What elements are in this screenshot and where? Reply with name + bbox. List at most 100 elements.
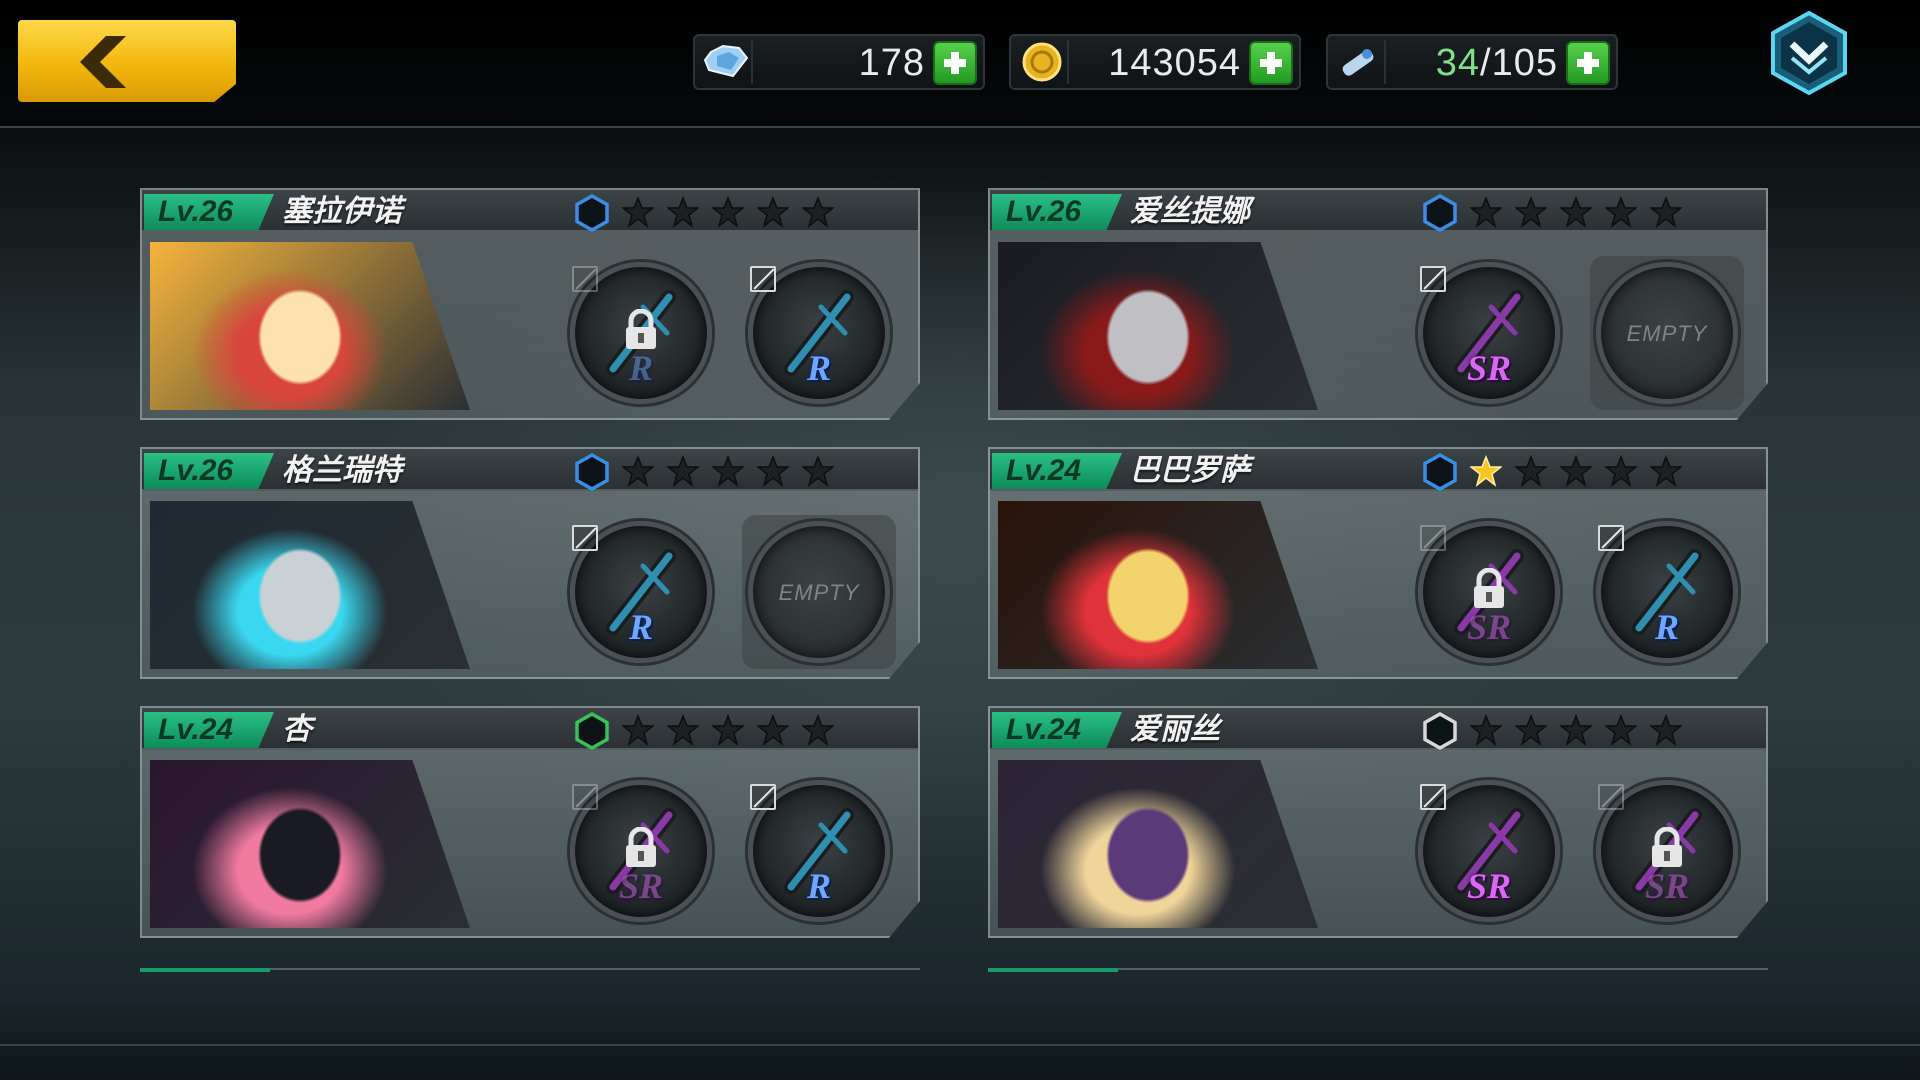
empty-slot-label: EMPTY <box>1626 321 1708 346</box>
next-row-card-partial <box>140 968 920 978</box>
star-empty-icon <box>802 455 834 487</box>
star-empty-icon <box>1515 455 1547 487</box>
star-empty-icon <box>712 196 744 228</box>
rank-hexagon-icon <box>1423 452 1457 492</box>
edit-icon[interactable] <box>572 784 598 810</box>
rarity-label: SR <box>1644 866 1690 906</box>
character-card[interactable]: Lv.24 爱丽丝 SR SR <box>988 706 1768 938</box>
rarity-label: SR <box>1466 348 1512 388</box>
rarity-label: SR <box>1466 607 1512 647</box>
rarity-label: R <box>806 348 831 388</box>
equipment-slot-empty[interactable]: EMPTY <box>1596 262 1738 404</box>
star-empty-icon <box>757 455 789 487</box>
level-badge: Lv.26 <box>144 453 274 489</box>
card-header: Lv.26 爱丝提娜 <box>990 190 1766 233</box>
character-name: 杏 <box>282 712 312 747</box>
character-card[interactable]: Lv.26 格兰瑞特 R EMPTY <box>140 447 920 679</box>
star-empty-icon <box>802 714 834 746</box>
star-rating <box>622 455 834 487</box>
diamond-icon <box>703 44 749 78</box>
star-empty-icon <box>1650 714 1682 746</box>
level-badge: Lv.26 <box>992 194 1122 230</box>
edit-icon[interactable] <box>1420 525 1446 551</box>
rarity-label: R <box>1654 607 1679 647</box>
level-badge: Lv.24 <box>992 712 1122 748</box>
rank-hexagon-icon <box>575 711 609 751</box>
star-empty-icon <box>712 714 744 746</box>
character-card[interactable]: Lv.24 巴巴罗萨 SR R <box>988 447 1768 679</box>
lock-icon <box>1474 568 1504 608</box>
rank-hexagon-icon <box>1423 193 1457 233</box>
star-rating <box>622 714 834 746</box>
character-card[interactable]: Lv.24 杏 SR R <box>140 706 920 938</box>
edit-icon[interactable] <box>1598 525 1624 551</box>
bottom-divider <box>0 1044 1920 1046</box>
card-header: Lv.26 塞拉伊诺 <box>142 190 918 233</box>
gold-counter: 143054 <box>1009 34 1301 90</box>
edit-icon[interactable] <box>1598 784 1624 810</box>
level-badge: Lv.26 <box>144 194 274 230</box>
star-filled-icon <box>1470 455 1502 487</box>
star-empty-icon <box>1515 714 1547 746</box>
star-rating <box>1470 196 1682 228</box>
add-gems-button[interactable] <box>933 41 977 85</box>
star-empty-icon <box>667 196 699 228</box>
next-row-card-partial <box>988 968 1768 978</box>
star-empty-icon <box>1605 714 1637 746</box>
edit-icon[interactable] <box>572 266 598 292</box>
gold-coin-icon <box>1022 42 1062 82</box>
star-empty-icon <box>1605 455 1637 487</box>
character-portrait <box>150 242 470 410</box>
level-badge: Lv.24 <box>992 453 1122 489</box>
character-portrait <box>150 501 470 669</box>
edit-icon[interactable] <box>750 784 776 810</box>
edit-icon[interactable] <box>750 266 776 292</box>
lock-icon <box>626 827 656 867</box>
character-portrait <box>998 501 1318 669</box>
edit-icon[interactable] <box>572 525 598 551</box>
star-rating <box>1470 714 1682 746</box>
star-empty-icon <box>622 196 654 228</box>
add-gold-button[interactable] <box>1249 41 1293 85</box>
star-rating <box>622 196 834 228</box>
edit-icon[interactable] <box>1420 266 1446 292</box>
chevron-down-menu-icon <box>1771 10 1847 96</box>
empty-slot-label: EMPTY <box>778 580 860 605</box>
card-header: Lv.24 爱丽丝 <box>990 708 1766 751</box>
character-card[interactable]: Lv.26 塞拉伊诺 R R <box>140 188 920 420</box>
lock-icon <box>1652 827 1682 867</box>
rarity-label: SR <box>1466 866 1512 906</box>
menu-button[interactable] <box>1768 10 1850 96</box>
back-arrow-icon <box>80 36 126 88</box>
star-rating <box>1470 455 1682 487</box>
add-stamina-button[interactable] <box>1566 41 1610 85</box>
character-name: 巴巴罗萨 <box>1130 453 1250 488</box>
star-empty-icon <box>1650 196 1682 228</box>
star-empty-icon <box>757 714 789 746</box>
rarity-label: SR <box>618 866 664 906</box>
rank-hexagon-icon <box>575 193 609 233</box>
character-portrait <box>998 760 1318 928</box>
character-card[interactable]: Lv.26 爱丝提娜 SR EMPTY <box>988 188 1768 420</box>
star-empty-icon <box>712 455 744 487</box>
star-empty-icon <box>1470 196 1502 228</box>
star-empty-icon <box>1560 714 1592 746</box>
edit-icon[interactable] <box>1420 784 1446 810</box>
star-empty-icon <box>1650 455 1682 487</box>
card-header: Lv.24 巴巴罗萨 <box>990 449 1766 492</box>
rank-hexagon-icon <box>1423 711 1457 751</box>
star-empty-icon <box>622 714 654 746</box>
character-name: 爱丝提娜 <box>1130 194 1250 229</box>
stamina-ticket-icon <box>1342 49 1374 76</box>
level-badge: Lv.24 <box>144 712 274 748</box>
character-name: 爱丽丝 <box>1130 712 1220 747</box>
top-bar: 178 143054 34/105 <box>0 0 1920 128</box>
back-button[interactable] <box>18 20 236 102</box>
rank-hexagon-icon <box>575 452 609 492</box>
character-portrait <box>998 242 1318 410</box>
card-header: Lv.26 格兰瑞特 <box>142 449 918 492</box>
star-empty-icon <box>757 196 789 228</box>
equipment-slot-empty[interactable]: EMPTY <box>748 521 890 663</box>
star-empty-icon <box>1515 196 1547 228</box>
star-empty-icon <box>1560 455 1592 487</box>
